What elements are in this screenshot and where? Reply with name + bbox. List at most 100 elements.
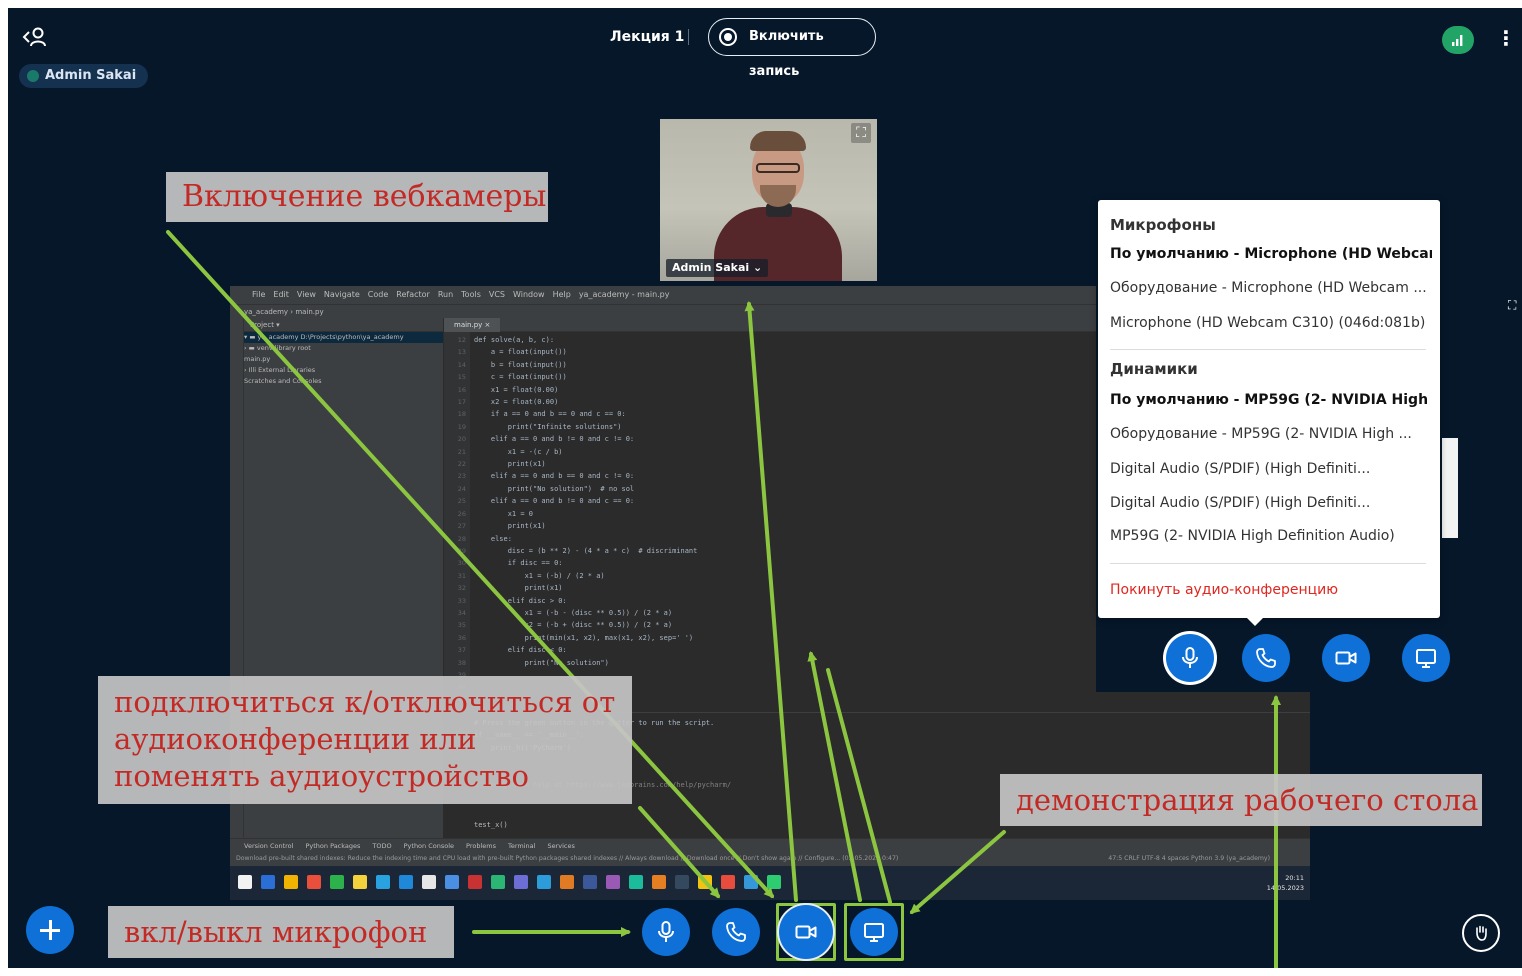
speaker-nvidia-option[interactable]: MP59G (2- NVIDIA High Definition Audio): [1110, 528, 1432, 544]
panel-desktop-share-button[interactable]: [1402, 634, 1450, 682]
ide-tree-row: › Illi External Libraries: [244, 366, 316, 374]
expand-icon[interactable]: ⛶: [1508, 298, 1516, 313]
panel-camera-button[interactable]: [1322, 634, 1370, 682]
taskbar-app-icon: [491, 875, 505, 889]
taskbar-app-icon: [606, 875, 620, 889]
ide-menu-item: Code: [367, 290, 389, 299]
webcam-fullscreen-button[interactable]: ⛶: [851, 123, 871, 143]
record-button-label: Включить запись: [749, 29, 824, 79]
speaker-digital-option-1[interactable]: Digital Audio (S/PDIF) (High Definiti...: [1110, 461, 1432, 477]
video-camera-icon: [795, 925, 817, 939]
desktop-share-icon: [1416, 649, 1436, 668]
ide-line-number: 35: [457, 621, 466, 630]
ide-project-tree: ▾ ▬ ya_academy D:\Projects\python\ya_aca…: [244, 332, 443, 387]
audio-device-menu: Микрофоны По умолчанию - Microphone (HD …: [1098, 200, 1440, 626]
speaker-digital-option-2[interactable]: Digital Audio (S/PDIF) (High Definiti...: [1110, 495, 1432, 511]
webcam-person-hair: [750, 131, 806, 151]
ide-line-number: 33: [457, 596, 466, 605]
user-list-toggle-button[interactable]: [22, 26, 52, 50]
ide-line-number: 20: [457, 435, 466, 444]
taskbar-app-icon: [652, 875, 666, 889]
raise-hand-button[interactable]: [1462, 914, 1500, 952]
ide-line-number: 29: [457, 546, 466, 555]
presenter-chip[interactable]: Admin Sakai: [19, 64, 149, 88]
panel-microphone-button[interactable]: [1166, 634, 1214, 682]
webcam-video-tile[interactable]: ⛶ Admin Sakai ⌄: [660, 119, 877, 281]
ide-line-number: 13: [457, 348, 466, 357]
ide-toolwindow-item: Python Packages: [305, 842, 361, 850]
taskbar-app-icon: [399, 875, 413, 889]
start-recording-button[interactable]: Включить запись: [708, 18, 876, 79]
desktop-share-icon: [864, 923, 884, 942]
ide-line-number: 36: [457, 633, 466, 642]
panel-phone-button[interactable]: [1242, 634, 1290, 682]
speaker-hardware-option[interactable]: Оборудование - MP59G (2- NVIDIA High ...: [1110, 426, 1432, 442]
ide-toolwindow-item: TODO: [372, 842, 392, 850]
connection-status-icon: [1452, 35, 1463, 46]
phone-icon: [726, 922, 746, 942]
taskbar-app-icon: [376, 875, 390, 889]
ide-project-header: Project ▾: [244, 318, 443, 332]
ide-menu-item: Refactor: [396, 290, 430, 299]
callout-audio: подключиться к/отключиться от аудиоконфе…: [98, 676, 632, 804]
mic-default-option[interactable]: По умолчанию - Microphone (HD Webcam ...: [1110, 246, 1432, 262]
callout-webcam: Включение вебкамеры: [166, 172, 548, 222]
leave-audio-option[interactable]: Покинуть аудио-конференцию: [1110, 582, 1338, 598]
ide-line-number: 17: [457, 398, 466, 407]
camera-button[interactable]: [782, 908, 830, 956]
ide-menu-item: Window: [513, 290, 545, 299]
ide-toolwindow-bar: Version Control Python Packages TODO Python…: [230, 838, 1310, 852]
ide-line-number: 16: [457, 385, 466, 394]
connection-status-button[interactable]: [1442, 26, 1474, 54]
desktop-share-button[interactable]: [850, 908, 898, 956]
ide-line-number: 18: [457, 410, 466, 419]
phone-icon: [1256, 648, 1276, 668]
ide-tree-row: ▾ ▬ ya_academy D:\Projects\python\ya_aca…: [244, 332, 443, 343]
ide-tab-main: main.py ×: [444, 318, 501, 332]
ide-line-number: 21: [457, 447, 466, 456]
webcam-person-glasses: [756, 163, 800, 173]
title-separator: [688, 29, 689, 45]
taskbar-app-icon: [445, 875, 459, 889]
speakers-header: Динамики: [1110, 360, 1198, 378]
taskbar-app-icon: [560, 875, 574, 889]
ide-toolwindow-item: Version Control: [244, 842, 294, 850]
taskbar-app-icon: [261, 875, 275, 889]
ide-menu-item: ya_academy - main.py: [578, 290, 670, 299]
ide-line-number: 15: [457, 373, 466, 382]
mic-device-option[interactable]: Microphone (HD Webcam C310) (046d:081b): [1110, 315, 1432, 331]
ide-line-number: 25: [457, 497, 466, 506]
taskbar-date: 14.05.2023: [1266, 884, 1304, 892]
ide-line-number: 37: [457, 646, 466, 655]
ide-menu-item: Tools: [461, 290, 481, 299]
taskbar-app-icon: [284, 875, 298, 889]
ide-line-number: 24: [457, 484, 466, 493]
microphones-header: Микрофоны: [1110, 216, 1216, 234]
ide-menu-item: VCS: [488, 290, 506, 299]
ide-menu-item: Help: [552, 290, 571, 299]
meeting-title: Лекция 1: [610, 29, 685, 45]
taskbar-clock: 20:11 14.05.2023: [1267, 873, 1304, 893]
ide-line-number: 28: [457, 534, 466, 543]
ide-status-text: Download pre-built shared indexes: Reduc…: [236, 855, 899, 862]
taskbar-app-icon: [468, 875, 482, 889]
ide-menu-item: View: [296, 290, 316, 299]
actions-plus-button[interactable]: [26, 906, 74, 954]
taskbar-app-icon: [238, 875, 252, 889]
taskbar-app-icon: [675, 875, 689, 889]
speaker-default-prefix: По умолчанию -: [1110, 392, 1245, 408]
audio-menu-divider: [1110, 349, 1426, 350]
taskbar-app-icon: [537, 875, 551, 889]
speaker-default-option[interactable]: По умолчанию - MP59G (2- NVIDIA High ...: [1110, 392, 1432, 408]
ide-tree-row: › ▬ venv library root: [244, 344, 311, 352]
microphone-button[interactable]: [642, 908, 690, 956]
mic-hardware-option[interactable]: Оборудование - Microphone (HD Webcam ...: [1110, 280, 1432, 296]
phone-button[interactable]: [712, 908, 760, 956]
webcam-user-label[interactable]: Admin Sakai ⌄: [666, 259, 769, 277]
options-menu-button[interactable]: ⋮: [1496, 26, 1516, 52]
callout-mic: вкл/выкл микрофон: [108, 906, 454, 958]
taskbar-app-icon: [629, 875, 643, 889]
microphone-icon: [1182, 647, 1198, 668]
ide-line-number: 38: [457, 658, 466, 667]
record-icon: [719, 28, 737, 46]
